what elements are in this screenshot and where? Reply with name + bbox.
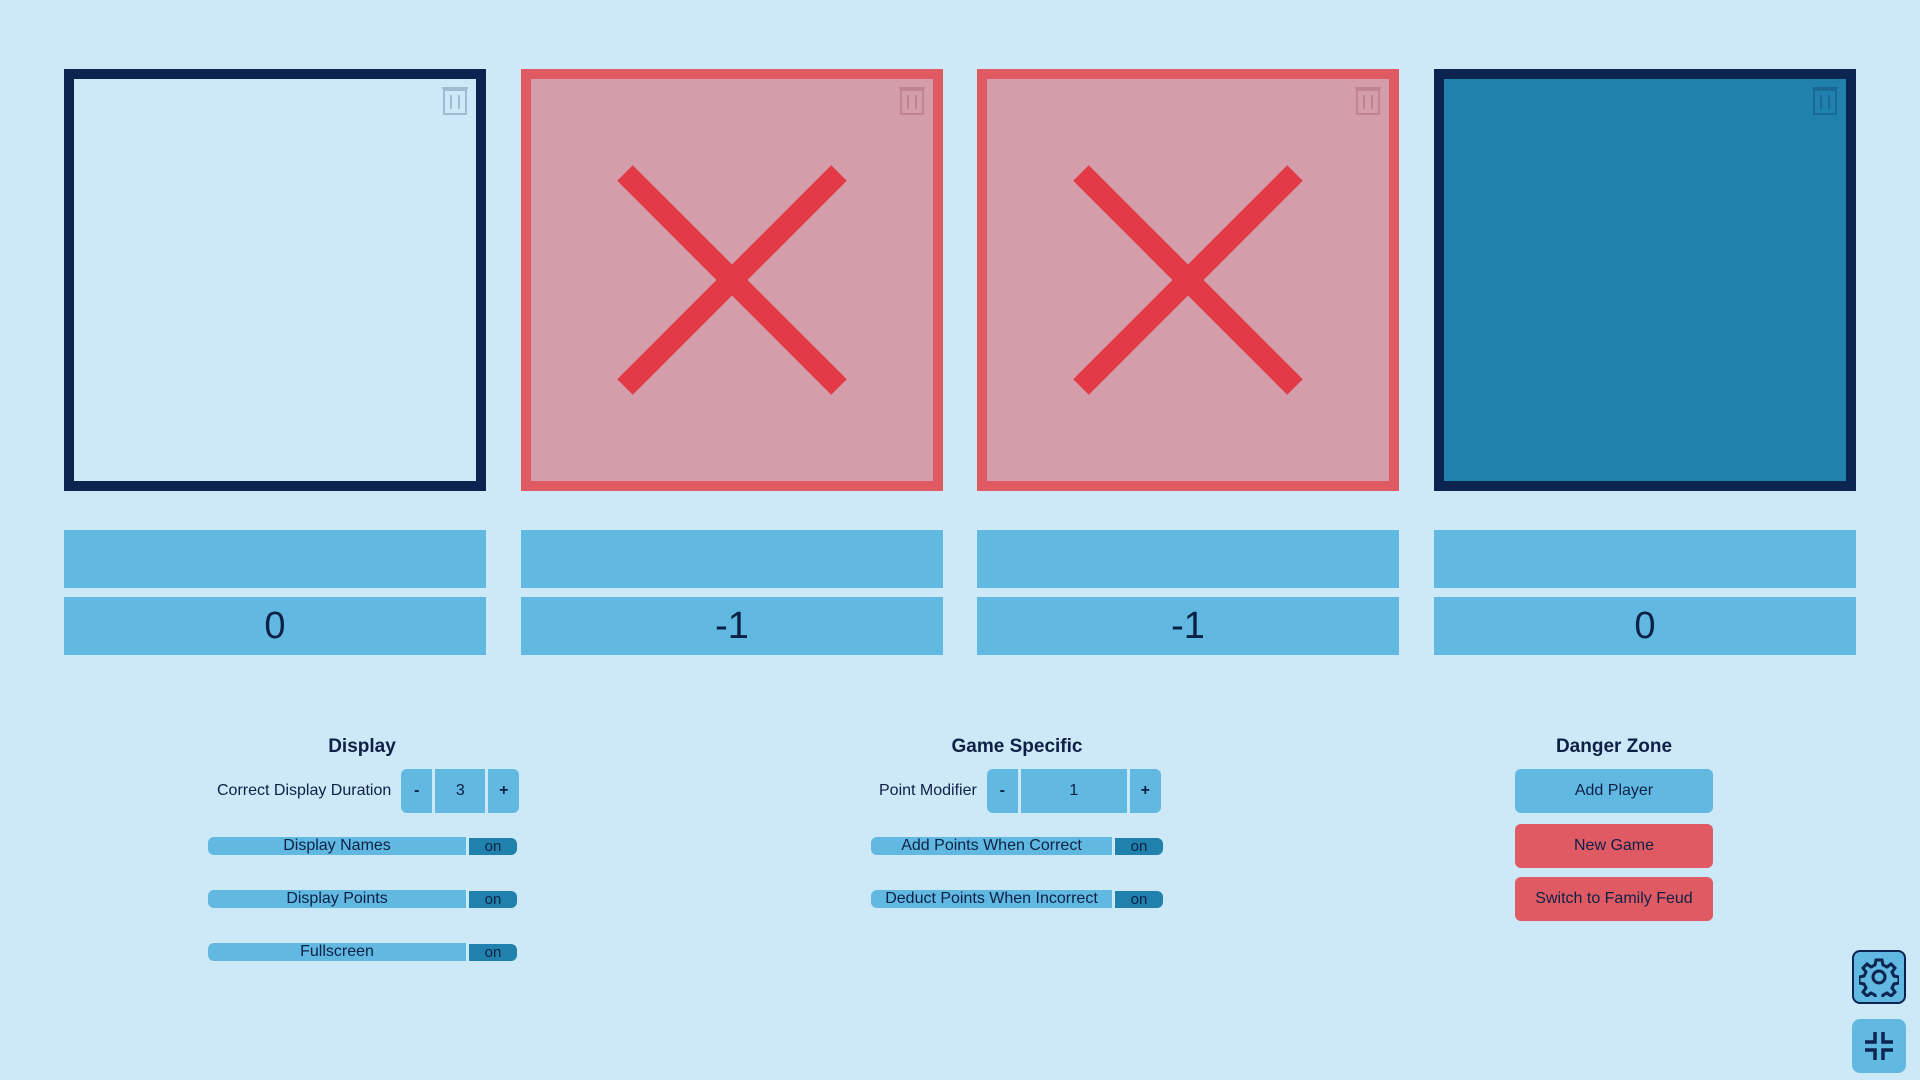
player-points-1: 0 xyxy=(64,597,486,655)
gear-icon xyxy=(1859,958,1899,997)
fullscreen-state[interactable]: on xyxy=(469,943,517,961)
player-name-2[interactable] xyxy=(521,530,943,588)
player-name-3[interactable] xyxy=(977,530,1399,588)
game-section-title: Game Specific xyxy=(951,736,1083,757)
player-card-2[interactable] xyxy=(521,69,943,491)
switch-game-button[interactable]: Switch to Family Feud xyxy=(1515,877,1713,921)
deduct-points-toggle[interactable]: Deduct Points When Incorrect on xyxy=(871,877,1163,921)
trash-icon[interactable] xyxy=(1812,85,1838,115)
display-points-label[interactable]: Display Points xyxy=(208,890,466,908)
player-card-1[interactable] xyxy=(64,69,486,491)
duration-value: 3 xyxy=(435,769,486,813)
add-points-label[interactable]: Add Points When Correct xyxy=(871,837,1112,855)
fullscreen-label[interactable]: Fullscreen xyxy=(208,943,466,961)
modifier-decrement-button[interactable]: - xyxy=(986,769,1018,813)
duration-increment-button[interactable]: + xyxy=(488,769,520,813)
modifier-increment-button[interactable]: + xyxy=(1129,769,1161,813)
exit-fullscreen-button[interactable] xyxy=(1852,1019,1906,1073)
player-points-3: -1 xyxy=(977,597,1399,655)
trash-icon[interactable] xyxy=(899,85,925,115)
add-points-toggle[interactable]: Add Points When Correct on xyxy=(871,824,1163,868)
x-mark-icon xyxy=(1073,165,1303,395)
add-points-state[interactable]: on xyxy=(1115,837,1163,855)
duration-label: Correct Display Duration xyxy=(217,782,392,799)
player-name-1[interactable] xyxy=(64,530,486,588)
fullscreen-toggle[interactable]: Fullscreen on xyxy=(208,930,517,974)
x-mark-icon xyxy=(617,165,847,395)
deduct-points-label[interactable]: Deduct Points When Incorrect xyxy=(871,890,1112,908)
point-modifier-label: Point Modifier xyxy=(879,782,977,799)
trash-icon[interactable] xyxy=(442,85,468,115)
modifier-value: 1 xyxy=(1020,769,1127,813)
display-names-state[interactable]: on xyxy=(469,837,517,855)
duration-decrement-button[interactable]: - xyxy=(401,769,433,813)
player-points-2: -1 xyxy=(521,597,943,655)
point-modifier-stepper: Point Modifier - 1 + xyxy=(879,769,1161,813)
display-names-toggle[interactable]: Display Names on xyxy=(208,824,517,868)
deduct-points-state[interactable]: on xyxy=(1115,890,1163,908)
player-points-4: 0 xyxy=(1434,597,1856,655)
display-section-title: Display xyxy=(328,736,396,757)
player-card-3[interactable] xyxy=(977,69,1399,491)
display-points-state[interactable]: on xyxy=(469,890,517,908)
display-points-toggle[interactable]: Display Points on xyxy=(208,877,517,921)
new-game-button[interactable]: New Game xyxy=(1515,824,1713,868)
duration-stepper: Correct Display Duration - 3 + xyxy=(217,769,520,813)
player-card-4[interactable] xyxy=(1434,69,1856,491)
display-names-label[interactable]: Display Names xyxy=(208,837,466,855)
player-name-4[interactable] xyxy=(1434,530,1856,588)
exit-fullscreen-icon xyxy=(1865,1032,1893,1060)
trash-icon[interactable] xyxy=(1355,85,1381,115)
settings-button[interactable] xyxy=(1852,950,1906,1004)
add-player-button[interactable]: Add Player xyxy=(1515,769,1713,813)
danger-section-title: Danger Zone xyxy=(1555,736,1673,757)
